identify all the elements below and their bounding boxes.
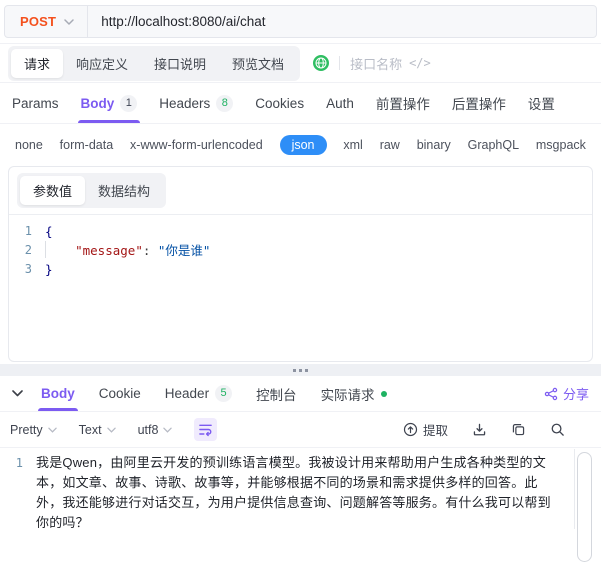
response-tab-header[interactable]: Header 5 (165, 376, 233, 411)
body-view-tabs: 参数值 数据结构 (17, 173, 167, 208)
splitter-handle[interactable] (0, 364, 601, 376)
splitter-dot (293, 368, 296, 372)
request-url-bar: POST http://localhost:8080/ai/chat (4, 5, 597, 38)
format-dropdown[interactable]: Text (79, 423, 116, 437)
body-type-none[interactable]: none (15, 138, 43, 152)
tab-auth[interactable]: Auth (326, 83, 354, 123)
line-number: 1 (15, 456, 23, 470)
share-icon (544, 387, 558, 401)
doc-tabs-group: 请求 响应定义 接口说明 预览文档 (8, 45, 301, 81)
divider (339, 56, 341, 70)
chevron-down-icon (163, 427, 173, 433)
editor-line: 2 "message": "你是谁" (9, 241, 592, 260)
response-tab-console[interactable]: 控制台 (256, 376, 297, 411)
splitter-dot (299, 368, 302, 372)
json-key: "message" (75, 243, 143, 258)
doc-tabs-row: 请求 响应定义 接口说明 预览文档 接口名称 </> (0, 44, 601, 83)
collapse-panel-icon[interactable] (12, 390, 23, 397)
body-type-xml[interactable]: xml (343, 138, 362, 152)
word-wrap-button[interactable] (194, 418, 218, 441)
status-dot (380, 390, 387, 397)
tab-response-definition[interactable]: 响应定义 (63, 49, 141, 78)
extract-button[interactable]: 提取 (403, 420, 448, 439)
chevron-down-icon (106, 427, 116, 433)
word-wrap-icon (198, 422, 213, 437)
chevron-down-icon (47, 427, 57, 433)
splitter-dot (305, 368, 308, 372)
line-number: 1 (24, 224, 32, 238)
editor-line: 3 } (9, 260, 592, 279)
line-number: 2 (24, 243, 32, 257)
share-button[interactable]: 分享 (544, 384, 589, 403)
tab-api-description[interactable]: 接口说明 (141, 49, 219, 78)
request-body-panel: 参数值 数据结构 1 { 2 "message": "你是谁" 3 } (8, 166, 593, 362)
response-body-content: 我是Qwen，由阿里云开发的预训练语言模型。我被设计用来帮助用户生成各种类型的文… (36, 455, 551, 530)
body-type-selector: none form-data x-www-form-urlencoded jso… (0, 124, 601, 166)
request-url-row: POST http://localhost:8080/ai/chat (0, 0, 601, 44)
tab-body[interactable]: Body 1 (77, 83, 141, 123)
body-count-badge: 1 (120, 94, 138, 112)
tab-request[interactable]: 请求 (11, 48, 64, 78)
method-label: POST (20, 14, 57, 29)
code-icon: </> (409, 56, 431, 70)
response-tab-actual-request[interactable]: 实际请求 (321, 376, 387, 411)
download-icon (472, 422, 487, 437)
response-body-panel: 1 我是Qwen，由阿里云开发的预训练语言模型。我被设计用来帮助用户生成各种类型… (0, 448, 601, 562)
body-view-tabs-row: 参数值 数据结构 (9, 167, 592, 215)
search-button[interactable] (550, 422, 565, 437)
encoding-dropdown[interactable]: utf8 (138, 423, 173, 437)
tab-post-operations[interactable]: 后置操作 (452, 83, 506, 123)
body-type-raw[interactable]: raw (380, 138, 400, 152)
chevron-down-icon (64, 18, 74, 25)
copy-icon (511, 422, 526, 437)
request-body-editor[interactable]: 1 { 2 "message": "你是谁" 3 } (9, 215, 592, 279)
search-icon (550, 422, 565, 437)
body-type-json[interactable]: json (279, 135, 327, 155)
response-toolbar: Pretty Text utf8 提取 (0, 412, 601, 448)
response-tab-cookie[interactable]: Cookie (99, 376, 141, 411)
header-count-badge: 5 (215, 385, 233, 402)
url-input[interactable]: http://localhost:8080/ai/chat (88, 14, 278, 29)
tab-settings[interactable]: 设置 (528, 83, 555, 123)
scrollbar-track[interactable] (574, 449, 594, 562)
code-token: { (45, 224, 53, 239)
tab-params[interactable]: Params (12, 83, 59, 123)
indent-guide (45, 241, 46, 258)
body-type-msgpack[interactable]: msgpack (536, 138, 586, 152)
body-type-graphql[interactable]: GraphQL (468, 138, 519, 152)
headers-count-badge: 8 (216, 94, 234, 112)
tab-param-value[interactable]: 参数值 (20, 176, 86, 205)
tab-preview-docs[interactable]: 预览文档 (219, 49, 297, 78)
pretty-dropdown[interactable]: Pretty (10, 423, 57, 437)
code-token: } (45, 262, 53, 277)
scrollbar-thumb[interactable] (577, 452, 592, 562)
download-button[interactable] (472, 422, 487, 437)
tab-pre-operations[interactable]: 前置操作 (376, 83, 430, 123)
code-token: : (142, 243, 158, 258)
body-type-binary[interactable]: binary (417, 138, 451, 152)
tab-cookies[interactable]: Cookies (255, 83, 304, 123)
extract-icon (403, 422, 418, 437)
copy-button[interactable] (511, 422, 526, 437)
json-value: "你是谁" (157, 243, 211, 258)
line-number: 3 (24, 262, 32, 276)
globe-icon[interactable] (313, 55, 330, 71)
body-type-urlencoded[interactable]: x-www-form-urlencoded (130, 138, 263, 152)
tab-data-schema[interactable]: 数据结构 (85, 176, 163, 205)
body-type-form-data[interactable]: form-data (60, 138, 114, 152)
response-tabs-row: Body Cookie Header 5 控制台 实际请求 分享 (0, 376, 601, 412)
tab-headers[interactable]: Headers 8 (159, 83, 234, 123)
response-tab-body[interactable]: Body (38, 376, 78, 411)
editor-line: 1 { (9, 222, 592, 241)
api-name-input[interactable]: 接口名称 (350, 54, 402, 73)
request-section-tabs: Params Body 1 Headers 8 Cookies Auth 前置操… (0, 83, 601, 124)
method-dropdown[interactable]: POST (5, 6, 89, 37)
